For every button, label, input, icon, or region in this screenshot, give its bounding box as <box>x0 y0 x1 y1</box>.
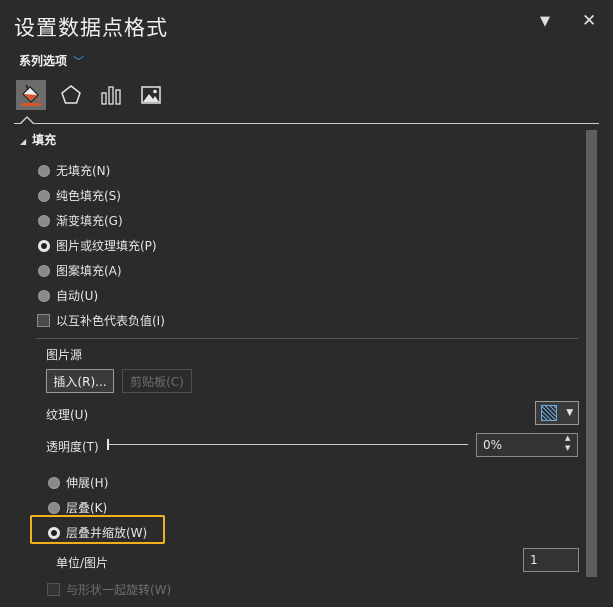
radio-label: 图片或纹理填充(P) <box>56 239 157 253</box>
radio-pattern-fill[interactable]: 图案填充(A) <box>38 262 122 279</box>
picture-icon <box>141 86 161 104</box>
radio-label: 无填充(N) <box>56 164 111 178</box>
collapse-triangle-icon: ◢ <box>20 137 27 146</box>
units-per-picture-input[interactable]: 1 <box>523 548 579 572</box>
transparency-slider-handle[interactable] <box>107 439 109 450</box>
radio-picture-texture-fill[interactable]: 图片或纹理填充(P) <box>38 237 157 254</box>
checkbox-invert-if-negative[interactable]: 以互补色代表负值(I) <box>37 312 165 329</box>
section-divider <box>36 338 578 339</box>
radio-button[interactable] <box>38 264 50 277</box>
picture-source-label: 图片源 <box>46 348 83 362</box>
tab-fill-line[interactable] <box>16 80 46 110</box>
radio-no-fill[interactable]: 无填充(N) <box>38 162 110 179</box>
units-per-picture-label: 单位/图片 <box>56 556 109 570</box>
bar-chart-icon <box>101 86 121 105</box>
radio-solid-fill[interactable]: 纯色填充(S) <box>38 187 121 204</box>
texture-label: 纹理(U) <box>46 408 89 422</box>
fill-section-header[interactable]: ◢ 填充 <box>20 131 56 148</box>
radio-stretch[interactable]: 伸展(H) <box>48 474 108 491</box>
dropdown-arrow-icon: ▼ <box>566 408 574 418</box>
tab-picture[interactable] <box>136 80 166 110</box>
transparency-input[interactable]: 0% <box>476 433 578 457</box>
tab-effects[interactable] <box>56 80 86 110</box>
radio-stack[interactable]: 层叠(K) <box>48 499 107 516</box>
transparency-spinner[interactable]: ▲ ▼ <box>565 433 570 453</box>
radio-label: 纯色填充(S) <box>56 189 121 203</box>
transparency-slider-track[interactable] <box>108 444 468 445</box>
radio-label: 层叠(K) <box>66 501 108 515</box>
checkbox-label: 与形状一起旋转(W) <box>66 583 172 597</box>
insert-button[interactable]: 插入(R)... <box>46 369 114 393</box>
series-options-dropdown[interactable]: 系列选项 <box>19 52 67 69</box>
pane-title: 设置数据点格式 <box>14 16 168 40</box>
fill-section-title: 填充 <box>32 133 57 147</box>
clipboard-button[interactable]: 剪贴板(C) <box>122 369 192 393</box>
radio-automatic[interactable]: 自动(U) <box>38 287 98 304</box>
radio-label: 图案填充(A) <box>56 264 122 278</box>
checkbox[interactable] <box>37 314 50 327</box>
close-icon[interactable]: ✕ <box>582 11 596 31</box>
checkbox-rotate-with-shape[interactable]: 与形状一起旋转(W) <box>47 581 171 598</box>
checkbox[interactable] <box>47 583 60 596</box>
scrollbar-thumb[interactable] <box>586 130 597 577</box>
radio-label: 渐变填充(G) <box>56 214 123 228</box>
tab-divider <box>14 123 599 124</box>
texture-swatch-icon <box>540 405 557 421</box>
spin-down-icon[interactable]: ▼ <box>565 443 570 453</box>
radio-label: 伸展(H) <box>66 476 109 490</box>
radio-gradient-fill[interactable]: 渐变填充(G) <box>38 212 123 229</box>
checkbox-label: 以互补色代表负值(I) <box>56 314 165 328</box>
transparency-label: 透明度(T) <box>46 440 99 454</box>
chevron-down-icon[interactable]: ﹀ <box>73 53 84 69</box>
paint-bucket-icon <box>21 84 41 106</box>
radio-button-selected[interactable] <box>38 239 50 252</box>
radio-button[interactable] <box>48 501 60 514</box>
radio-button[interactable] <box>48 476 60 489</box>
radio-button[interactable] <box>38 214 50 227</box>
task-pane-options-icon[interactable]: ▼ <box>540 14 550 29</box>
tab-selection-pointer-inner <box>21 118 33 124</box>
radio-button[interactable] <box>38 164 50 177</box>
radio-button[interactable] <box>38 289 50 302</box>
tab-series-options[interactable] <box>96 80 126 110</box>
spin-up-icon[interactable]: ▲ <box>565 433 570 443</box>
highlight-box <box>30 515 165 544</box>
radio-label: 自动(U) <box>56 289 99 303</box>
texture-picker-button[interactable]: ▼ <box>535 401 579 425</box>
radio-button[interactable] <box>38 189 50 202</box>
pentagon-icon <box>61 85 81 104</box>
